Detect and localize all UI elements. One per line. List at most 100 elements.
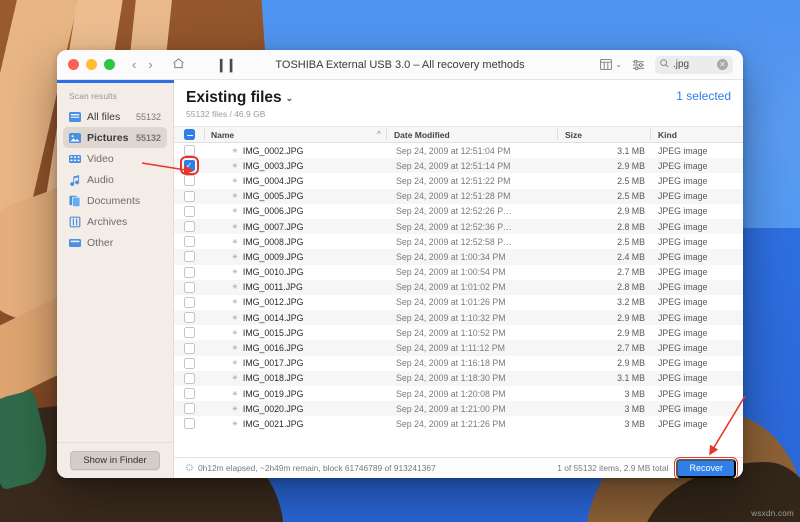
file-type-icon: ✳ [232,405,238,413]
recover-button[interactable]: Recover [674,456,739,478]
search-input[interactable]: .jpg ✕ [655,55,733,74]
clear-search-icon[interactable]: ✕ [717,59,728,70]
row-checkbox-cell[interactable] [174,342,204,354]
table-row[interactable]: ✳ IMG_0020.JPG Sep 24, 2009 at 1:21:00 PM 3… [174,401,743,417]
row-checkbox[interactable] [183,372,195,384]
row-checkbox-cell[interactable] [174,372,204,384]
back-chevron-icon[interactable]: ‹ [132,58,136,71]
row-checkbox-cell[interactable] [174,388,204,400]
file-kind: JPEG image [658,191,708,202]
row-checkbox-cell[interactable] [174,145,204,157]
select-all-cell[interactable] [174,129,204,140]
row-checkbox[interactable] [183,327,195,339]
sidebar-item-label: Audio [87,173,114,186]
row-checkbox-cell[interactable]: ✓ [174,156,204,176]
row-checkbox-cell[interactable] [174,251,204,263]
table-row[interactable]: ✓ ✳ IMG_0003.JPG Sep 24, 2009 at 12:51:14 P… [174,156,743,176]
table-row[interactable]: ✳ IMG_0005.JPG Sep 24, 2009 at 12:51:28 PM… [174,188,743,204]
table-row[interactable]: ✳ IMG_0004.JPG Sep 24, 2009 at 12:51:22 PM… [174,173,743,188]
row-checkbox[interactable] [183,251,195,263]
row-checkbox-cell[interactable] [174,236,204,248]
row-checkbox[interactable] [183,357,195,369]
row-checkbox[interactable] [183,190,195,202]
table-row[interactable]: ✳ IMG_0015.JPG Sep 24, 2009 at 1:10:52 PM 2… [174,325,743,340]
row-checkbox-cell[interactable] [174,296,204,308]
row-checkbox[interactable] [183,266,195,278]
maximize-window-button[interactable] [104,59,115,70]
row-checkbox-cell[interactable] [174,190,204,202]
table-row[interactable]: ✳ IMG_0021.JPG Sep 24, 2009 at 1:21:26 PM 3… [174,416,743,431]
file-kind: JPEG image [658,282,708,293]
row-checkbox[interactable] [183,403,195,415]
chevron-down-icon[interactable]: ⌄ [615,60,622,69]
sidebar-item-pictures[interactable]: Pictures 55132 [63,127,167,148]
show-in-finder-button[interactable]: Show in Finder [70,451,160,470]
table-row[interactable]: ✳ IMG_0019.JPG Sep 24, 2009 at 1:20:08 PM 3… [174,386,743,401]
filter-sliders-icon[interactable] [632,59,645,71]
table-row[interactable]: ✳ IMG_0018.JPG Sep 24, 2009 at 1:18:30 PM 3… [174,370,743,386]
sidebar-item-count: 55132 [135,132,161,143]
table-row[interactable]: ✳ IMG_0008.JPG Sep 24, 2009 at 12:52:58 P…… [174,234,743,249]
minimize-window-button[interactable] [86,59,97,70]
row-checkbox[interactable] [183,236,195,248]
chevron-down-icon[interactable]: ⌄ [286,93,294,104]
row-checkbox[interactable]: ✓ [179,156,199,176]
file-date-modified: Sep 24, 2009 at 12:51:22 PM [396,175,511,186]
table-row[interactable]: ✳ IMG_0014.JPG Sep 24, 2009 at 1:10:32 PM 2… [174,310,743,326]
select-all-checkbox[interactable] [183,129,195,140]
file-name-cell: ✳ IMG_0014.JPG [204,313,389,323]
sidebar-item-all-files[interactable]: All files 55132 [63,106,167,127]
row-checkbox[interactable] [183,312,195,324]
table-row[interactable]: ✳ IMG_0017.JPG Sep 24, 2009 at 1:16:18 PM 2… [174,356,743,371]
selected-count-label[interactable]: 1 selected [676,89,731,103]
sidebar-item-other[interactable]: Other [63,232,167,253]
row-checkbox-cell[interactable] [174,281,204,293]
file-name: IMG_0020.JPG [242,403,304,414]
row-checkbox-cell[interactable] [174,418,204,430]
column-header-size[interactable]: Size [558,130,650,140]
sidebar-item-documents[interactable]: Documents [63,190,167,211]
row-checkbox-cell[interactable] [174,357,204,369]
sidebar-item-video[interactable]: Video [63,148,167,169]
row-checkbox-cell[interactable] [174,175,204,187]
row-checkbox-cell[interactable] [174,327,204,339]
table-row[interactable]: ✳ IMG_0011.JPG Sep 24, 2009 at 1:01:02 PM 2… [174,279,743,295]
row-checkbox-cell[interactable] [174,266,204,278]
column-header-kind[interactable]: Kind [651,130,743,140]
table-row[interactable]: ✳ IMG_0002.JPG Sep 24, 2009 at 12:51:04 PM… [174,143,743,158]
row-checkbox[interactable] [183,221,195,233]
row-checkbox-cell[interactable] [174,403,204,415]
forward-chevron-icon[interactable]: › [148,58,152,71]
table-row[interactable]: ✳ IMG_0012.JPG Sep 24, 2009 at 1:01:26 PM 3… [174,295,743,310]
row-checkbox[interactable] [183,205,195,217]
row-checkbox[interactable] [183,342,195,354]
row-checkbox-cell[interactable] [174,312,204,324]
sidebar-item-audio[interactable]: Audio [63,169,167,190]
sidebar-item-archives[interactable]: Archives [63,211,167,232]
table-row[interactable]: ✳ IMG_0016.JPG Sep 24, 2009 at 1:11:12 PM 2… [174,340,743,356]
row-checkbox-cell[interactable] [174,205,204,217]
file-size: 3.2 MB [617,297,645,308]
table-row[interactable]: ✳ IMG_0010.JPG Sep 24, 2009 at 1:00:54 PM 2… [174,265,743,280]
page-title[interactable]: Existing files ⌄ [186,89,293,107]
row-checkbox[interactable] [183,145,195,157]
file-date-modified: Sep 24, 2009 at 1:16:18 PM [396,358,506,369]
file-kind: JPEG image [658,251,708,262]
file-name-cell: ✳ IMG_0017.JPG [204,358,389,368]
progress-status-text: 0h12m elapsed, ~2h49m remain, block 6174… [198,463,436,473]
row-checkbox[interactable] [183,388,195,400]
pause-scan-button[interactable]: ❙❙ [216,57,237,73]
table-row[interactable]: ✳ IMG_0009.JPG Sep 24, 2009 at 1:00:34 PM 2… [174,249,743,265]
row-checkbox-cell[interactable] [174,221,204,233]
row-checkbox[interactable] [183,281,195,293]
row-checkbox[interactable] [183,175,195,187]
close-window-button[interactable] [68,59,79,70]
row-checkbox[interactable] [183,418,195,430]
column-header-date-modified[interactable]: Date Modified [387,130,557,140]
home-icon[interactable] [172,57,185,72]
table-view-icon[interactable] [600,59,613,70]
table-row[interactable]: ✳ IMG_0006.JPG Sep 24, 2009 at 12:52:26 P…… [174,204,743,219]
row-checkbox[interactable] [183,296,195,308]
column-header-name[interactable]: Name ^ [205,130,386,140]
table-row[interactable]: ✳ IMG_0007.JPG Sep 24, 2009 at 12:52:36 P…… [174,218,743,235]
